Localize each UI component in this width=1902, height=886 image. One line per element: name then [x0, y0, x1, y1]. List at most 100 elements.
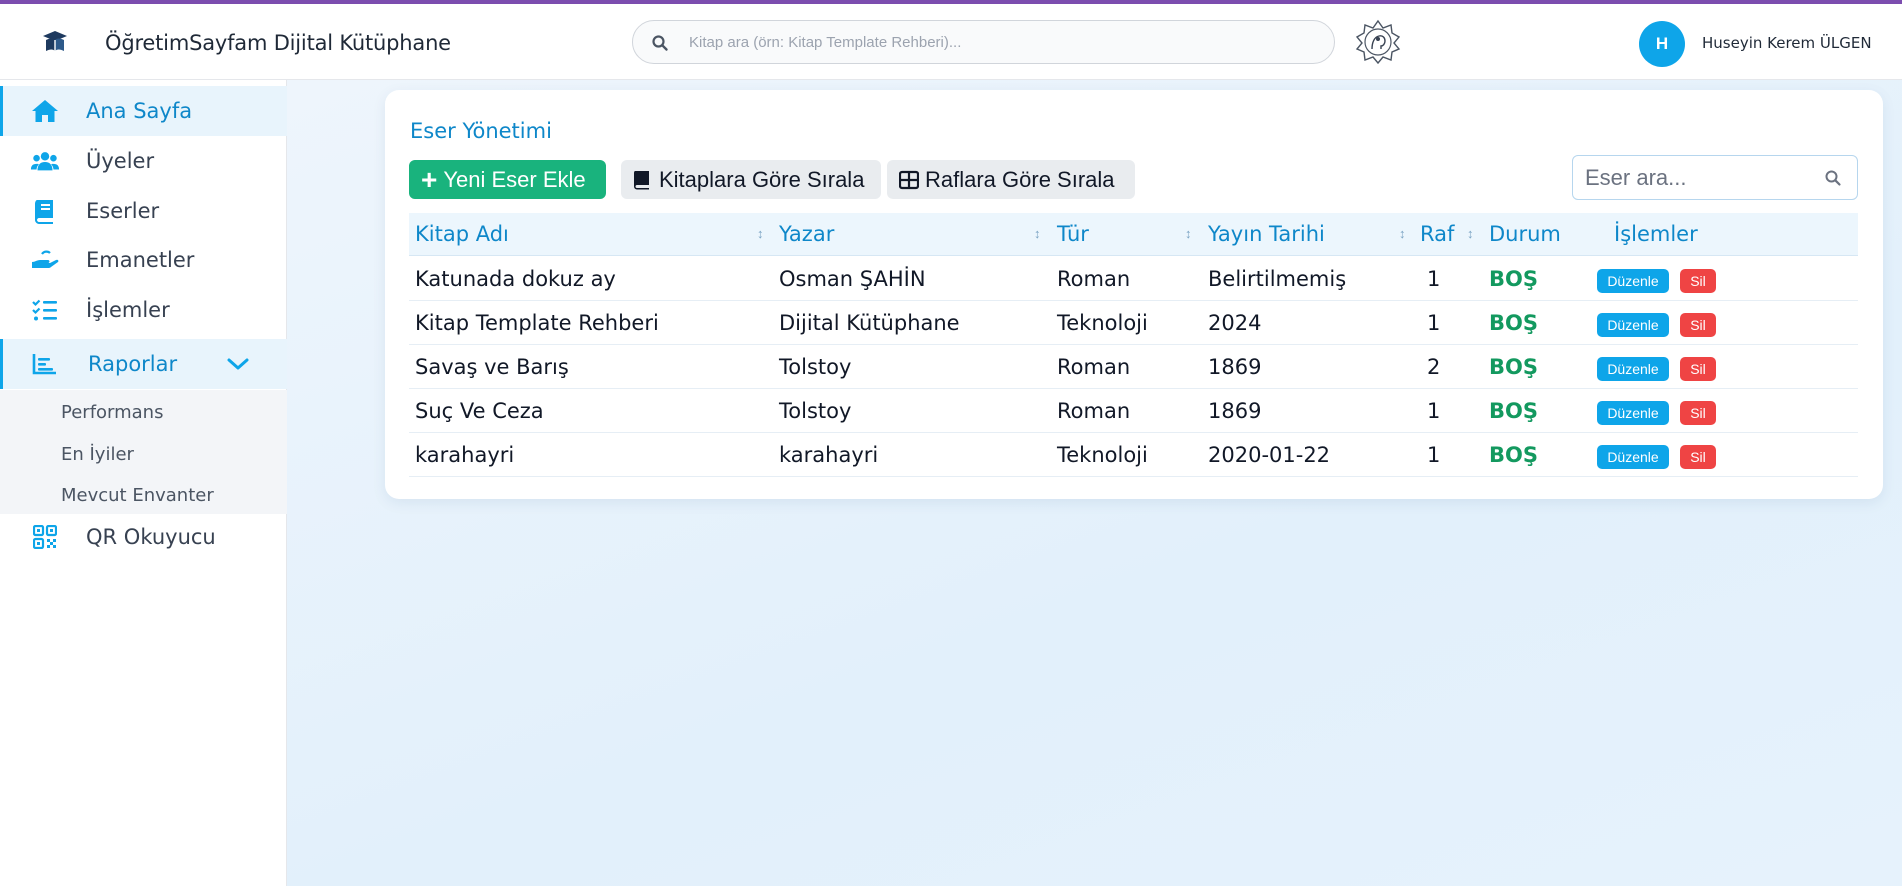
edit-button[interactable]: Düzenle [1597, 401, 1669, 425]
app-header: ÖğretimSayfam Dijital Kütüphane H Huseyi… [0, 4, 1902, 80]
book-icon [633, 170, 653, 190]
sidebar-item-emanetler[interactable]: Emanetler [0, 235, 287, 285]
search-icon [651, 34, 669, 52]
cell-genre: Roman [1057, 399, 1131, 423]
sidebar-item-ana-sayfa[interactable]: Ana Sayfa [0, 86, 287, 136]
submenu-item-mevcut-envanter[interactable]: Mevcut Envanter [61, 485, 214, 506]
sidebar-item-label: İşlemler [86, 298, 170, 322]
users-icon [30, 146, 60, 176]
book-search[interactable] [1572, 155, 1858, 200]
cell-author: Osman ŞAHİN [779, 267, 926, 291]
cell-genre: Teknoloji [1057, 443, 1148, 467]
edit-button[interactable]: Düzenle [1597, 357, 1669, 381]
cell-status: BOŞ [1489, 399, 1538, 423]
cell-date: 1869 [1208, 399, 1262, 423]
cell-shelf: 1 [1427, 311, 1441, 335]
column-header-tur[interactable]: Tür [1057, 213, 1089, 256]
sort-by-shelves-button[interactable]: Raflara Göre Sırala [887, 160, 1135, 199]
cell-author: karahayri [779, 443, 879, 467]
sidebar-item-raporlar[interactable]: Raporlar [0, 339, 287, 389]
column-header-durum: Durum [1489, 222, 1561, 246]
cell-status: BOŞ [1489, 311, 1538, 335]
delete-button[interactable]: Sil [1680, 401, 1716, 425]
sidebar-item-qr-okuyucu[interactable]: QR Okuyucu [0, 512, 287, 562]
cell-status: BOŞ [1489, 355, 1538, 379]
cell-shelf: 1 [1427, 399, 1441, 423]
chevron-down-icon[interactable] [225, 351, 251, 377]
table-row: karahayri karahayri Teknoloji 2020-01-22… [409, 433, 1858, 477]
column-header-kitap-adi[interactable]: Kitap Adı [415, 213, 509, 256]
add-book-button[interactable]: + Yeni Eser Ekle [409, 160, 606, 199]
sort-by-shelves-label: Raflara Göre Sırala [925, 166, 1115, 192]
global-search-input[interactable] [689, 21, 1309, 63]
column-header-islemler: İşlemler [1614, 222, 1698, 246]
library-logo-icon[interactable] [38, 28, 72, 58]
add-book-button-label: Yeni Eser Ekle [443, 166, 586, 192]
user-name[interactable]: Huseyin Kerem ÜLGEN [1702, 34, 1872, 52]
edit-button[interactable]: Düzenle [1597, 269, 1669, 293]
cell-title: Suç Ve Ceza [415, 399, 544, 423]
user-avatar[interactable]: H [1639, 21, 1685, 67]
cell-genre: Teknoloji [1057, 311, 1148, 335]
grid-icon [899, 170, 919, 190]
sidebar-item-label: Emanetler [86, 248, 195, 272]
chart-icon [30, 349, 60, 379]
submenu-item-en-iyiler[interactable]: En İyiler [61, 444, 134, 465]
column-header-yazar[interactable]: Yazar [779, 213, 834, 256]
hand-icon [30, 245, 60, 275]
edit-button[interactable]: Düzenle [1597, 313, 1669, 337]
sidebar-item-eserler[interactable]: Eserler [0, 186, 287, 236]
submenu-item-performans[interactable]: Performans [61, 402, 163, 423]
cell-title: Katunada dokuz ay [415, 267, 616, 291]
delete-button[interactable]: Sil [1680, 269, 1716, 293]
cell-title: Kitap Template Rehberi [415, 311, 659, 335]
qr-icon [30, 522, 60, 552]
cell-genre: Roman [1057, 355, 1131, 379]
cell-status: BOŞ [1489, 267, 1538, 291]
search-icon[interactable] [1824, 169, 1842, 187]
table-row: Katunada dokuz ay Osman ŞAHİN Roman Beli… [409, 257, 1858, 301]
sort-icon[interactable]: ↕ [1467, 225, 1479, 243]
global-search[interactable] [632, 20, 1335, 64]
main-content: Eser Yönetimi + Yeni Eser Ekle Kitaplara… [287, 80, 1902, 886]
cell-genre: Roman [1057, 267, 1131, 291]
plus-icon: + [421, 163, 438, 195]
page-title: Eser Yönetimi [410, 119, 552, 143]
delete-button[interactable]: Sil [1680, 357, 1716, 381]
sidebar-item-label: QR Okuyucu [86, 525, 216, 549]
column-header-raf[interactable]: Raf [1420, 213, 1454, 256]
sort-icon[interactable]: ↕ [1399, 225, 1411, 243]
edit-button[interactable]: Düzenle [1597, 445, 1669, 469]
list-check-icon [30, 295, 60, 325]
sidebar-item-label: Raporlar [88, 352, 178, 376]
cell-author: Tolstoy [779, 399, 852, 423]
sort-by-books-button[interactable]: Kitaplara Göre Sırala [621, 160, 881, 199]
sort-icon[interactable]: ↕ [757, 225, 769, 243]
raporlar-submenu: Performans En İyiler Mevcut Envanter [0, 390, 287, 514]
app-title: ÖğretimSayfam Dijital Kütüphane [105, 31, 451, 55]
table-row: Suç Ve Ceza Tolstoy Roman 1869 1 BOŞ Düz… [409, 389, 1858, 433]
sidebar-item-label: Üyeler [86, 149, 155, 173]
cell-shelf: 1 [1427, 443, 1441, 467]
delete-button[interactable]: Sil [1680, 313, 1716, 337]
cell-date: 2020-01-22 [1208, 443, 1331, 467]
sidebar: Ana Sayfa Üyeler Eserler Emanetler İşlem… [0, 80, 287, 886]
cell-shelf: 2 [1427, 355, 1441, 379]
table-header: Kitap Adı ↕ Yazar ↕ Tür ↕ Yayın Tarihi ↕… [409, 213, 1858, 256]
sidebar-item-label: Eserler [86, 199, 160, 223]
sidebar-item-islemler[interactable]: İşlemler [0, 285, 287, 335]
column-header-yayin-tarihi[interactable]: Yayın Tarihi [1208, 213, 1325, 256]
cell-shelf: 1 [1427, 267, 1441, 291]
sort-icon[interactable]: ↕ [1185, 225, 1197, 243]
book-icon [30, 196, 60, 226]
sidebar-item-label: Ana Sayfa [86, 99, 193, 123]
sidebar-item-uyeler[interactable]: Üyeler [0, 136, 287, 186]
delete-button[interactable]: Sil [1680, 445, 1716, 469]
book-search-input[interactable] [1585, 156, 1815, 199]
sort-icon[interactable]: ↕ [1034, 225, 1046, 243]
institution-emblem-icon [1355, 19, 1401, 65]
cell-title: karahayri [415, 443, 515, 467]
cell-date: Belirtilmemiş [1208, 267, 1347, 291]
table-row: Savaş ve Barış Tolstoy Roman 1869 2 BOŞ … [409, 345, 1858, 389]
cell-author: Dijital Kütüphane [779, 311, 960, 335]
